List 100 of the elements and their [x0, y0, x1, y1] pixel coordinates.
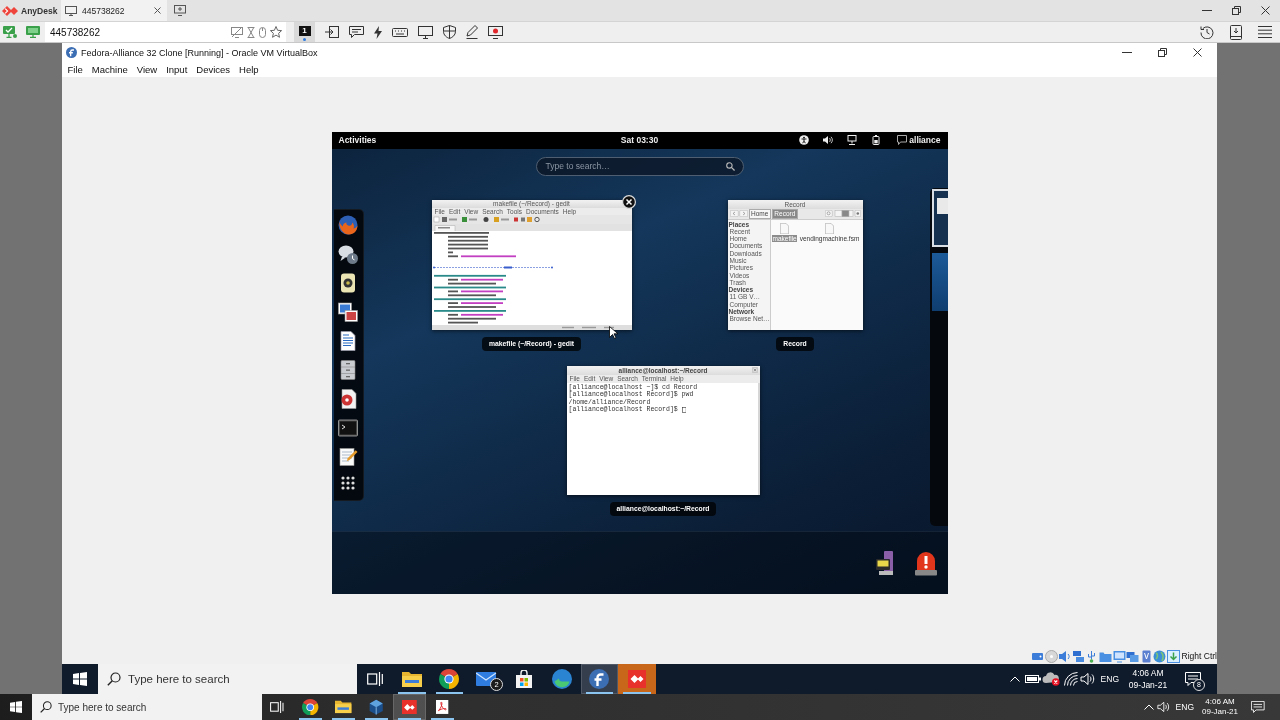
ring-logo-icon: [302, 698, 319, 716]
notification-icon: [1251, 701, 1265, 713]
lightning-icon[interactable]: [374, 25, 382, 39]
hourglass-icon[interactable]: [247, 26, 255, 38]
monitor-icon[interactable]: [418, 25, 433, 39]
volume-icon[interactable]: [1157, 701, 1171, 713]
fox-globe-icon[interactable]: [338, 214, 358, 235]
search-field[interactable]: Type here to search: [98, 664, 357, 694]
back-forward-drawing: [729, 210, 748, 217]
new-tab-icon[interactable]: [174, 5, 186, 16]
close-icon[interactable]: [1261, 6, 1270, 15]
menu-item[interactable]: Machine: [87, 64, 133, 75]
search-icon: [107, 672, 121, 686]
shield-icon[interactable]: [443, 25, 456, 39]
taskbar-button[interactable]: [580, 664, 618, 694]
notepad-pencil-icon[interactable]: [338, 446, 358, 467]
chat-clock-icon[interactable]: [338, 243, 358, 264]
task-view-icon: [270, 701, 284, 713]
menu-item[interactable]: View: [132, 64, 162, 75]
session-tab[interactable]: 445738262: [61, 0, 167, 21]
shopping-bag-icon: [515, 670, 534, 688]
mouse-pointer-icon: [608, 325, 618, 339]
star-icon[interactable]: [270, 26, 282, 38]
stacked-windows-icon[interactable]: [1126, 649, 1140, 663]
file-icon: [825, 222, 835, 234]
display-icon[interactable]: [1112, 649, 1126, 663]
chevron-up-icon[interactable]: [1143, 704, 1154, 710]
search-field[interactable]: Type to search…: [535, 156, 744, 176]
file-cabinet-icon[interactable]: [338, 359, 358, 380]
f-logo-icon: [66, 47, 77, 58]
clock[interactable]: 4:06 AM 09-Jan-21: [1125, 667, 1171, 691]
mouse-icon[interactable]: [259, 26, 266, 38]
window-title: Fedora-Alliance 32 Clone [Running] - Oracle VM VirtualBox: [81, 47, 318, 58]
network-icon[interactable]: [1071, 649, 1085, 663]
f-logo-icon: [589, 669, 610, 689]
wifi-icon[interactable]: [1063, 672, 1078, 686]
search-icon: [725, 161, 735, 171]
restore-icon[interactable]: [1158, 48, 1167, 57]
monitor-off-icon[interactable]: [231, 26, 243, 38]
task-view-icon: [367, 672, 383, 686]
speaker-icon[interactable]: [338, 272, 358, 293]
history-icon[interactable]: [1200, 25, 1214, 39]
accessibility-icon[interactable]: [799, 135, 810, 145]
monitor-check-icon[interactable]: [3, 26, 17, 38]
computer-icon[interactable]: [847, 135, 858, 145]
monitor-icon: [65, 5, 77, 16]
terminal-icon[interactable]: [338, 417, 358, 438]
close-icon[interactable]: [154, 7, 161, 14]
file-icon: [780, 222, 790, 234]
address-field[interactable]: 445738262: [45, 22, 286, 42]
pen-icon[interactable]: [466, 25, 478, 39]
battery-icon[interactable]: [1024, 674, 1041, 684]
battery-icon[interactable]: [871, 135, 882, 145]
user-menu[interactable]: alliance: [897, 135, 941, 145]
arrow-into-box-icon[interactable]: [325, 26, 339, 38]
disc-page-icon[interactable]: [338, 388, 358, 409]
cloud-error-icon[interactable]: [1041, 672, 1060, 686]
volume-icon[interactable]: [1079, 672, 1096, 686]
language-indicator[interactable]: ENG: [1175, 702, 1194, 712]
close-icon[interactable]: [1193, 48, 1202, 57]
clock[interactable]: 4:06 AM 09-Jan-21: [1199, 696, 1241, 718]
workspace-thumbnail[interactable]: [931, 188, 948, 247]
menu-item[interactable]: File: [63, 64, 88, 75]
photo-frames-icon[interactable]: [338, 301, 358, 322]
notification-icon: [1185, 672, 1201, 686]
app-grid-icon[interactable]: [341, 475, 355, 490]
search-icon: [40, 701, 52, 713]
language-indicator[interactable]: ENG: [1100, 674, 1119, 684]
down-arrow-icon[interactable]: [1166, 649, 1180, 663]
taskbar-button[interactable]: [393, 694, 426, 720]
menu-item[interactable]: Input: [161, 64, 192, 75]
chat-icon[interactable]: [349, 26, 364, 38]
host-key-label: Right Ctrl: [1181, 651, 1217, 661]
search-field[interactable]: Type here to search: [32, 694, 262, 720]
swirl-logo-icon: [551, 669, 572, 689]
chevron-up-icon[interactable]: [1009, 676, 1020, 682]
chat-bubble-icon: [897, 135, 908, 145]
diamond-logo-icon: [627, 670, 646, 688]
diamond-logo-icon: [402, 699, 417, 715]
download-box-icon[interactable]: [1230, 24, 1242, 40]
view-buttons-drawing: [824, 210, 861, 217]
diamond-logo-icon: [2, 5, 18, 16]
monitor-record-icon[interactable]: [488, 25, 503, 39]
menu-item[interactable]: Devices: [191, 64, 235, 75]
folder-icon: [335, 700, 352, 714]
start-logo-icon: [10, 701, 22, 713]
alarm-light-icon[interactable]: [913, 549, 938, 576]
start-logo-icon: [73, 672, 87, 686]
keyboard-icon[interactable]: [392, 27, 408, 37]
clock[interactable]: Sat 03:30: [620, 135, 659, 145]
menu-icon[interactable]: [1258, 26, 1272, 38]
display-button[interactable]: 1: [294, 22, 315, 42]
document-icon[interactable]: [338, 330, 358, 351]
activities-button[interactable]: Activities: [338, 135, 377, 145]
volume-icon[interactable]: [823, 135, 834, 145]
globe-icon[interactable]: [1153, 649, 1167, 663]
workspace-thumbnail[interactable]: [931, 252, 948, 311]
restore-icon[interactable]: [1232, 6, 1241, 15]
menu-item[interactable]: Help: [234, 64, 264, 75]
pdf-icon: [436, 700, 449, 714]
